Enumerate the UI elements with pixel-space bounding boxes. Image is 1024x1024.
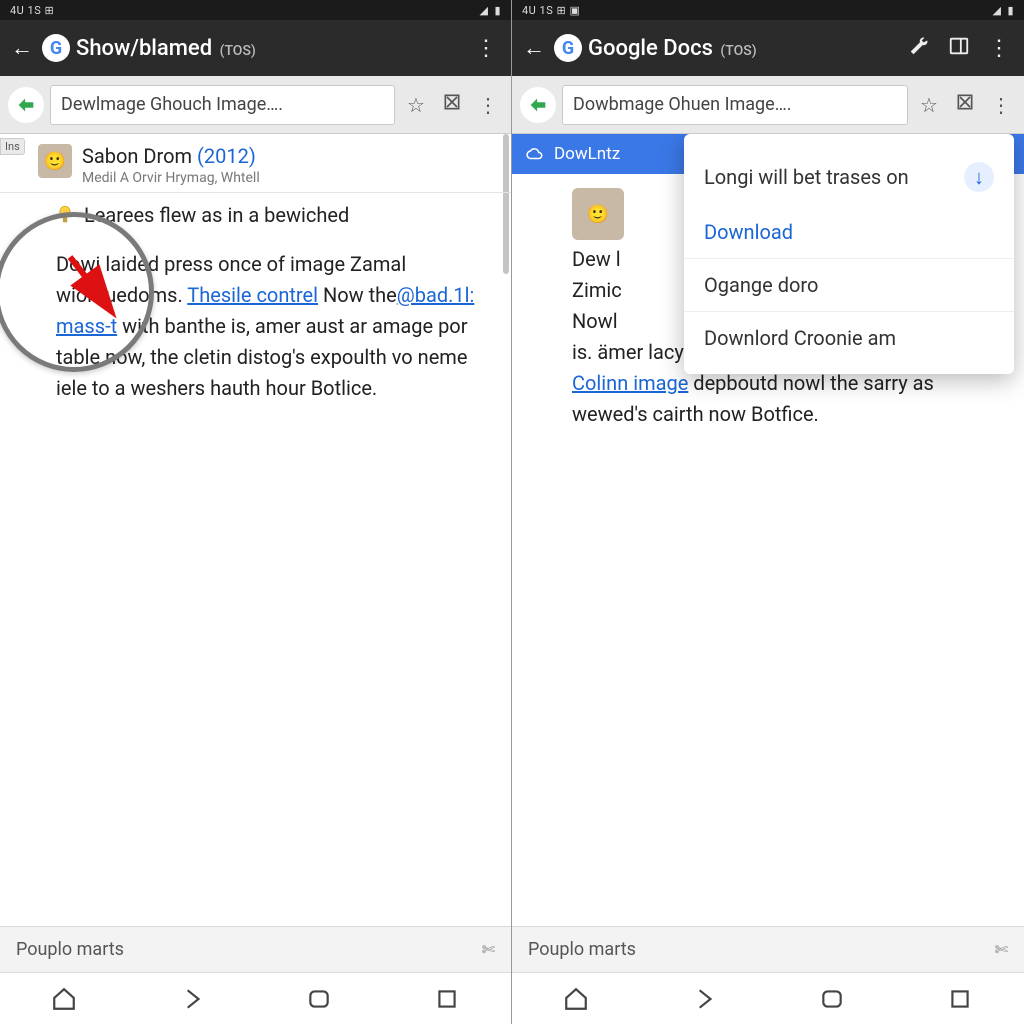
star-icon[interactable]: ☆ <box>401 93 431 117</box>
tab-overflow-button[interactable]: ⋮ <box>986 93 1016 117</box>
app-bar: ← G Show/blamed (TOS) ⋮ <box>0 20 511 76</box>
author-avatar: 🙂 <box>572 188 624 240</box>
app-bar: ← G Google Docs (TOS) ⋮ <box>512 20 1024 76</box>
nav-home-button[interactable] <box>553 984 599 1014</box>
nav-recent-button[interactable] <box>937 984 983 1014</box>
download-circle-icon[interactable]: ↓ <box>964 162 994 192</box>
url-field[interactable]: Dowbmage Ohuen Image…. <box>562 85 908 125</box>
page-content: DowLntz Longi will bet trases on ↓ Downl… <box>512 134 1024 926</box>
back-button[interactable]: ← <box>8 35 36 61</box>
author-name: Sabon Drom (2012) <box>82 144 260 168</box>
suggestion-bar[interactable]: Pouplo marts ✄ <box>0 926 511 972</box>
tos-label: (TOS) <box>717 43 757 59</box>
signal-icon: ◢ <box>992 4 1001 17</box>
bulb-icon <box>56 204 74 226</box>
nav-recent-button[interactable] <box>424 984 470 1014</box>
author-year: (2012) <box>197 144 256 168</box>
phone-right: 4U 1S ⊞ ▣ ◢ ▮ ← G Google Docs (TOS) ⋮ <box>512 0 1024 1024</box>
tos-label: (TOS) <box>216 43 256 59</box>
context-menu: Longi will bet trases on ↓ Download Ogan… <box>684 134 1014 374</box>
url-field[interactable]: Dewlmage Ghouch Image…. <box>50 85 395 125</box>
status-time: 4U 1S ⊞ ▣ <box>522 4 580 17</box>
tab-overflow-button[interactable]: ⋮ <box>473 93 503 117</box>
ins-chip: Ins <box>0 138 25 155</box>
battery-icon: ▮ <box>494 4 501 17</box>
ctx-item-ogange[interactable]: Ogange doro <box>684 259 1014 311</box>
app-title: Google Docs (TOS) <box>588 36 896 61</box>
suggest-cut-icon[interactable]: ✄ <box>995 940 1008 959</box>
reader-button[interactable] <box>942 35 976 62</box>
overflow-menu-button[interactable]: ⋮ <box>469 36 503 61</box>
link-thesile[interactable]: Thesile contrel <box>187 283 318 307</box>
suggestion-bar[interactable]: Pouplo marts ✄ <box>512 926 1024 972</box>
status-bar: 4U 1S ⊞ ◢ ▮ <box>0 0 511 20</box>
system-nav <box>512 972 1024 1024</box>
suggest-cut-icon[interactable]: ✄ <box>482 940 495 959</box>
phone-left: 4U 1S ⊞ ◢ ▮ ← G Show/blamed (TOS) ⋮ Dewl… <box>0 0 512 1024</box>
status-bar: 4U 1S ⊞ ▣ ◢ ▮ <box>512 0 1024 20</box>
omnibox-bar: Dewlmage Ghouch Image…. ☆ ⋮ <box>0 76 511 134</box>
page-content: Ins 🙂 Sabon Drom (2012) Medil A Orvir Hr… <box>0 134 511 926</box>
ctx-item-downlord[interactable]: Downlord Croonie am <box>684 312 1014 364</box>
overflow-menu-button[interactable]: ⋮ <box>982 36 1016 61</box>
site-favicon <box>8 87 44 123</box>
suggest-text: Pouplo marts <box>528 939 636 960</box>
battery-icon: ▮ <box>1007 4 1014 17</box>
omnibox-bar: Dowbmage Ohuen Image…. ☆ ⋮ <box>512 76 1024 134</box>
nav-home-button[interactable] <box>41 984 87 1014</box>
tools-button[interactable] <box>902 35 936 62</box>
google-logo-icon: G <box>42 34 70 62</box>
highlight-row[interactable]: Learees flew as in a bewiched <box>0 193 511 239</box>
ctx-header: Longi will bet trases on ↓ <box>684 148 1014 206</box>
status-time: 4U 1S ⊞ <box>10 4 54 17</box>
article-body: Dowi laided press once of image Zamal wi… <box>0 239 511 414</box>
author-subtitle: Medil A Orvir Hrymag, Whtell <box>82 170 260 186</box>
nav-forward-button[interactable] <box>681 984 727 1014</box>
status-right: ◢ ▮ <box>992 4 1014 17</box>
google-logo-icon: G <box>554 34 582 62</box>
author-row[interactable]: Ins 🙂 Sabon Drom (2012) Medil A Orvir Hr… <box>0 134 511 193</box>
banner-text: DowLntz <box>554 144 620 164</box>
system-nav <box>0 972 511 1024</box>
nav-overview-button[interactable] <box>296 984 342 1014</box>
back-button[interactable]: ← <box>520 35 548 61</box>
app-title: Show/blamed (TOS) <box>76 36 463 61</box>
ctx-download[interactable]: Download <box>684 206 1014 258</box>
status-right: ◢ ▮ <box>479 4 501 17</box>
star-icon[interactable]: ☆ <box>914 93 944 117</box>
author-avatar: 🙂 <box>38 144 72 178</box>
suggest-text: Pouplo marts <box>16 939 124 960</box>
cloud-icon <box>526 145 544 163</box>
nav-forward-button[interactable] <box>169 984 215 1014</box>
share-icon[interactable] <box>437 92 467 117</box>
site-favicon <box>520 87 556 123</box>
nav-overview-button[interactable] <box>809 984 855 1014</box>
signal-icon: ◢ <box>479 4 488 17</box>
highlight-text: Learees flew as in a bewiched <box>84 203 349 227</box>
share-icon[interactable] <box>950 92 980 117</box>
